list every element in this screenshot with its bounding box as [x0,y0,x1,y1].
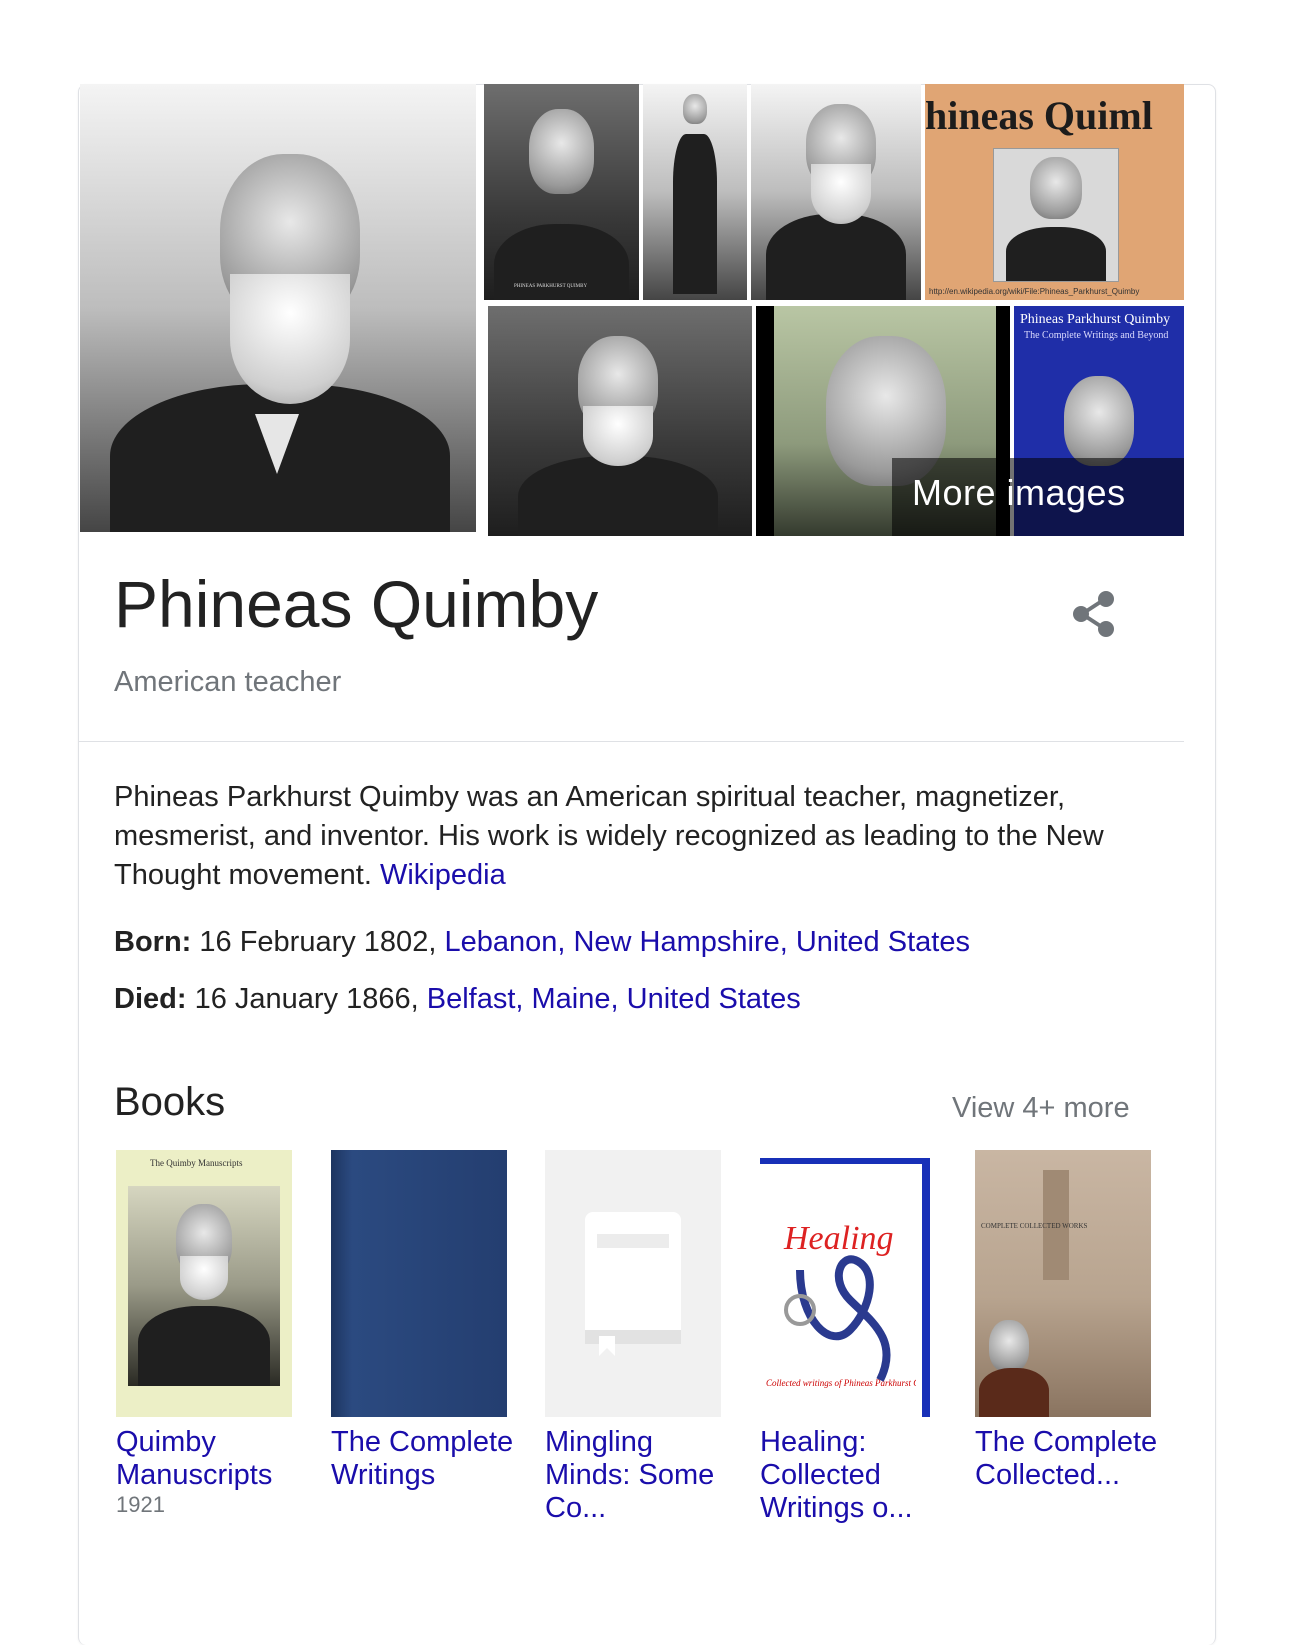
more-images-button[interactable]: More images [892,458,1184,536]
books-heading: Books [114,1080,226,1124]
born-fact: Born: 16 February 1802, Lebanon, New Ham… [114,926,970,959]
description-text: Phineas Parkhurst Quimby was an American… [114,781,1104,891]
gallery-image-main[interactable] [80,84,476,532]
book-cover-text: The Quimby Manuscripts [150,1158,243,1168]
view-more-books-link[interactable]: View 4+ more [952,1092,1130,1125]
book-cover[interactable] [545,1150,721,1417]
gallery-image-3[interactable] [643,84,747,300]
book-cover[interactable]: The Quimby Manuscripts [116,1150,292,1417]
book-cover-subtext: Collected writings of Phineas Parkhurst … [766,1378,916,1388]
portrait-caption: PHINEAS PARKHURST QUIMBY [514,284,588,289]
died-value: 16 January 1866, [194,983,419,1015]
died-fact: Died: 16 January 1866, Belfast, Maine, U… [114,983,801,1016]
share-icon [1073,591,1114,637]
born-value: 16 February 1802, [199,926,437,958]
orange-cover-title: hineas Quiml [925,93,1153,138]
stethoscope-icon [784,1255,891,1382]
died-label: Died: [114,983,187,1015]
book-title[interactable]: Healing: Collected Writings o... [760,1426,960,1525]
born-place-link[interactable]: Lebanon, New Hampshire, United States [444,926,970,958]
gallery-image-5[interactable]: hineas Quiml http://en.wikipedia.org/wik… [925,84,1184,300]
book-placeholder-icon [585,1212,681,1356]
book-title[interactable]: Quimby Manuscripts [116,1426,316,1492]
description: Phineas Parkhurst Quimby was an American… [114,778,1154,895]
wikipedia-link[interactable]: Wikipedia [380,859,506,891]
blue-cover-title: Phineas Parkhurst Quimby [1020,312,1171,327]
section-divider [78,741,1184,742]
gallery-image-4[interactable] [751,84,921,300]
book-title[interactable]: The Complete Writings [331,1426,531,1492]
book-cover[interactable]: Healing Collected writings of Phineas Pa… [760,1150,936,1417]
born-label: Born: [114,926,192,958]
book-cover[interactable]: COMPLETE COLLECTED WORKS [975,1150,1151,1417]
more-images-label: More images [912,472,1126,513]
gallery-image-2[interactable]: PHINEAS PARKHURST QUIMBY [484,84,639,300]
entity-subtitle: American teacher [114,666,342,698]
blue-cover-subtitle: The Complete Writings and Beyond [1024,330,1169,341]
book-title[interactable]: The Complete Collected... [975,1426,1175,1492]
book-cover[interactable] [331,1150,507,1417]
book-year: 1921 [116,1492,165,1517]
book-cover-text: COMPLETE COLLECTED WORKS [981,1222,1088,1230]
orange-cover-url: http://en.wikipedia.org/wiki/File:Phinea… [929,287,1140,296]
entity-title: Phineas Quimby [114,567,599,641]
share-button[interactable] [1068,588,1128,642]
gallery-image-6[interactable] [488,306,752,536]
book-title[interactable]: Mingling Minds: Some Co... [545,1426,745,1525]
died-place-link[interactable]: Belfast, Maine, United States [427,983,801,1015]
